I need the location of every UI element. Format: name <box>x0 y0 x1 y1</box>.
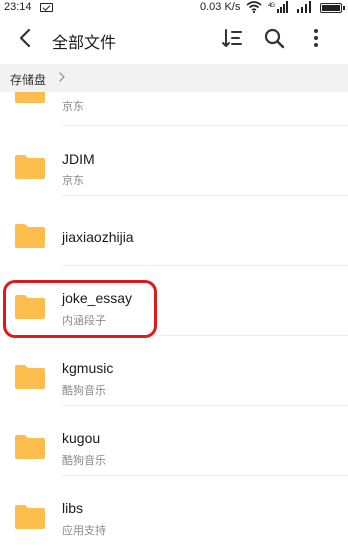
file-subtitle: 应用支持 <box>62 525 106 537</box>
network-speed: 0.03 K/s <box>200 1 241 13</box>
breadcrumb-storage[interactable]: 存储盘 <box>10 71 46 88</box>
folder-row-kgmusic[interactable]: kgmusic 酷狗音乐 <box>0 336 348 406</box>
folder-row-kugou[interactable]: kugou 酷狗音乐 <box>0 406 348 476</box>
cell-signal-2-icon <box>297 1 311 13</box>
status-time: 23:14 <box>4 1 32 13</box>
back-arrow-icon[interactable] <box>14 26 38 50</box>
folder-icon <box>15 505 45 529</box>
file-subtitle: 京东 <box>62 175 84 187</box>
folder-row-libs[interactable]: libs 应用支持 <box>0 476 348 546</box>
folder-row-jd[interactable]: 京东 <box>0 92 348 126</box>
folder-icon <box>15 365 45 389</box>
file-name: jiaxiaozhijia <box>62 229 134 245</box>
file-subtitle: 酷狗音乐 <box>62 455 106 467</box>
folder-row-jiaxiaozhijia[interactable]: jiaxiaozhijia <box>0 196 348 266</box>
page-title: 全部文件 <box>52 35 117 52</box>
folder-icon <box>15 155 45 179</box>
file-name: libs <box>62 500 84 516</box>
message-notification-icon <box>40 3 53 12</box>
search-icon[interactable] <box>262 26 286 50</box>
file-subtitle: 京东 <box>62 101 84 113</box>
folder-row-jdim[interactable]: JDIM 京东 <box>0 126 348 196</box>
battery-icon <box>320 3 345 13</box>
file-name: kugou <box>62 430 101 446</box>
more-options-icon[interactable] <box>304 26 328 50</box>
wifi-icon <box>246 1 262 13</box>
file-name: kgmusic <box>62 360 114 376</box>
folder-icon <box>15 224 45 248</box>
file-name: JDIM <box>62 151 95 167</box>
folder-icon <box>15 92 45 103</box>
folder-icon <box>15 435 45 459</box>
highlight-annotation <box>3 280 157 338</box>
svg-text:4G: 4G <box>268 3 275 9</box>
breadcrumb: 存储盘 <box>0 64 348 92</box>
file-subtitle: 酷狗音乐 <box>62 385 106 397</box>
toolbar: 全部文件 <box>0 18 348 62</box>
status-bar: 23:14 0.03 K/s 4G <box>0 0 348 16</box>
cell-signal-icon: 4G <box>268 1 288 13</box>
sort-icon[interactable] <box>220 26 244 50</box>
chevron-right-icon <box>59 72 65 82</box>
